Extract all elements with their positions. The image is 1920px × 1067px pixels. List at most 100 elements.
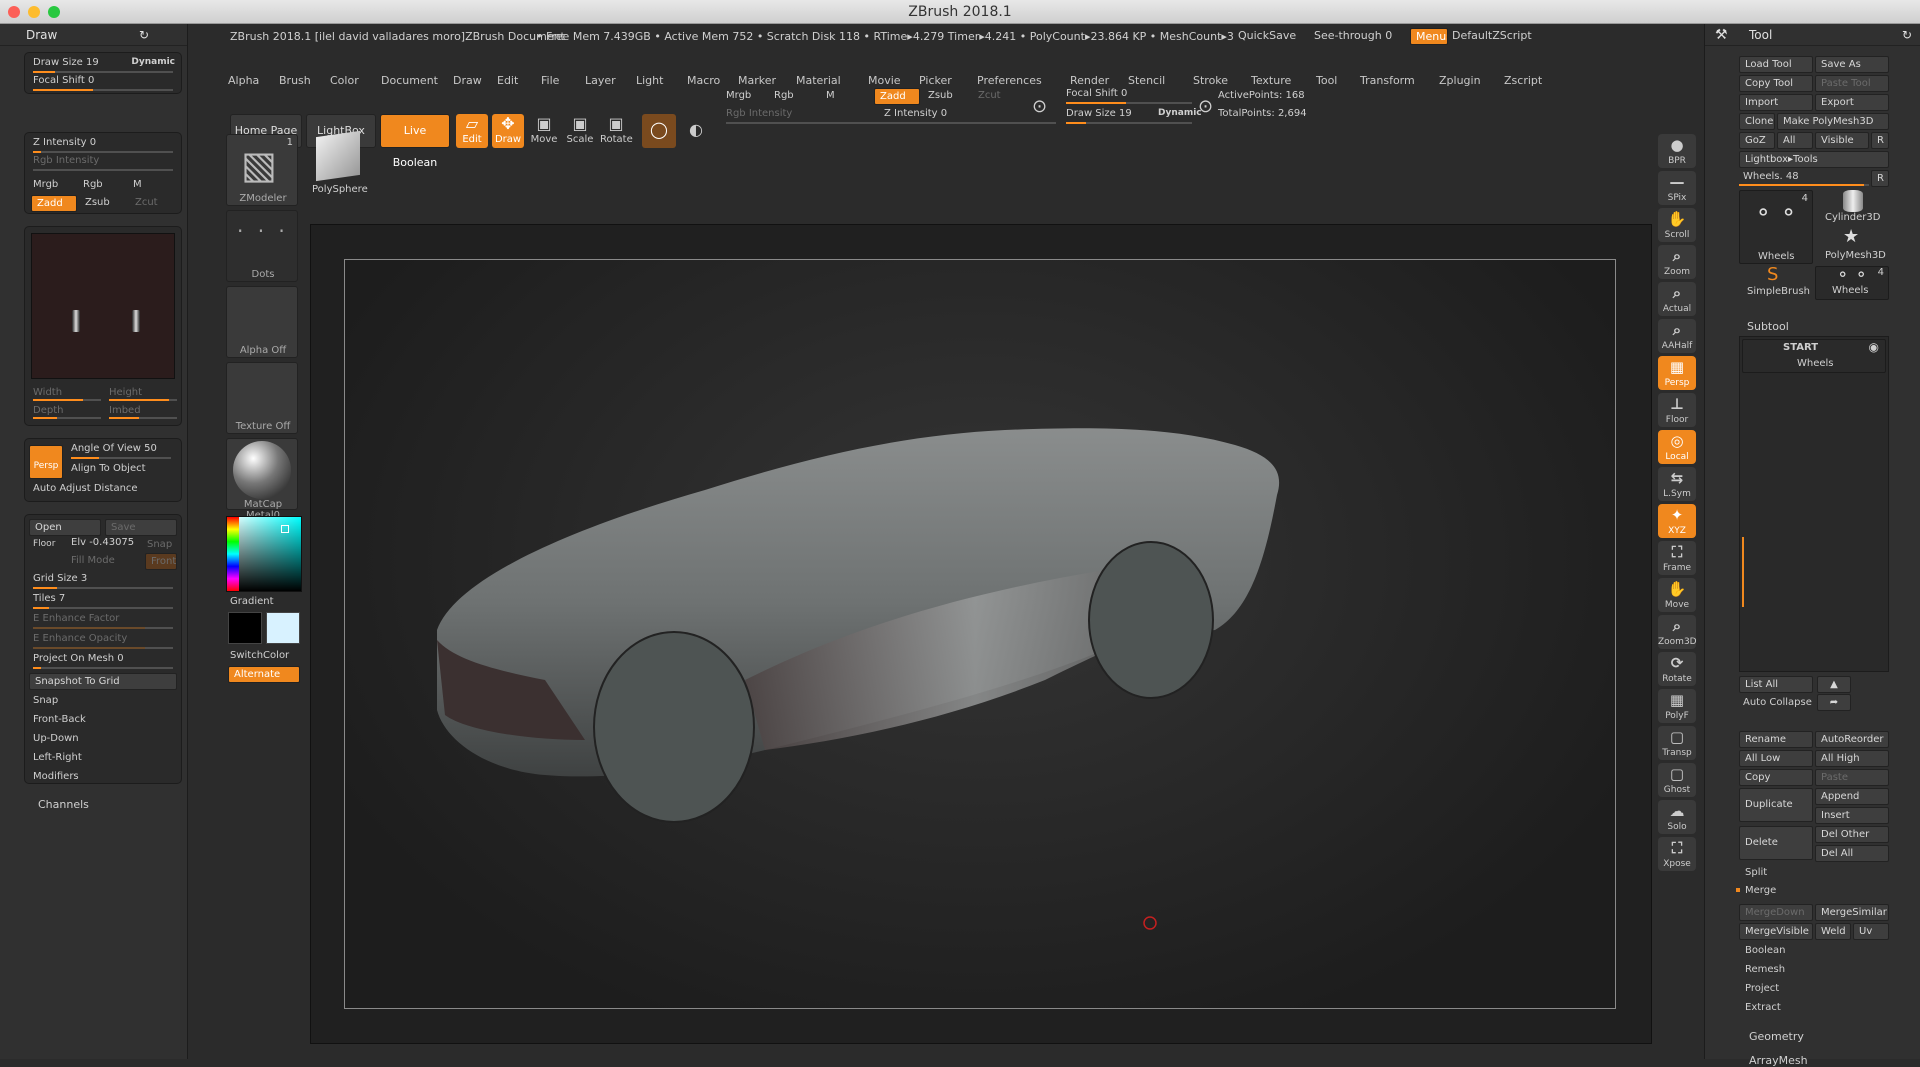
menu-movie[interactable]: Movie (868, 74, 901, 87)
rgb-button[interactable]: Rgb (83, 179, 103, 190)
top-m-button[interactable]: M (826, 90, 835, 101)
tool-thumb-simplebrush[interactable]: S SimpleBrush (1739, 264, 1813, 300)
wheels-r-button[interactable]: R (1871, 170, 1889, 187)
material-swatch-button[interactable]: ◯ (642, 114, 676, 148)
split-menu[interactable]: Split (1745, 867, 1767, 878)
minimize-window-icon[interactable] (28, 6, 40, 18)
color-picker[interactable] (226, 516, 302, 592)
menu-texture[interactable]: Texture (1251, 74, 1291, 87)
rename-button[interactable]: Rename (1739, 731, 1813, 748)
move-up-icon[interactable]: ▲ (1817, 676, 1851, 693)
uv-button[interactable]: Uv (1853, 923, 1889, 940)
mergedown-button[interactable]: MergeDown (1739, 904, 1813, 921)
menu-transform[interactable]: Transform (1360, 74, 1415, 87)
export-button[interactable]: Export (1815, 94, 1889, 111)
zoom-window-icon[interactable] (48, 6, 60, 18)
wheels-tool-slider[interactable] (1739, 184, 1869, 186)
subtool-scrollbar[interactable] (1742, 537, 1744, 607)
front-button[interactable]: Front (145, 553, 177, 570)
remesh-menu[interactable]: Remesh (1745, 964, 1785, 975)
imbed-slider[interactable] (109, 417, 177, 419)
menu-material[interactable]: Material (796, 74, 841, 87)
import-button[interactable]: Import (1739, 94, 1813, 111)
up-down-item[interactable]: Up-Down (33, 733, 79, 744)
top-rgb-intensity-slider[interactable] (726, 122, 1056, 124)
secondary-color-swatch[interactable] (266, 612, 300, 644)
default-zscript-label[interactable]: DefaultZScript (1452, 29, 1532, 42)
focal-shift-slider[interactable] (33, 89, 173, 91)
menu-light[interactable]: Light (636, 74, 663, 87)
extract-menu[interactable]: Extract (1745, 1002, 1781, 1013)
draw-button[interactable]: ✥ Draw (492, 114, 524, 148)
save-as-button[interactable]: Save As (1815, 56, 1889, 73)
project-menu[interactable]: Project (1745, 983, 1779, 994)
shelf-floor-button[interactable]: ⊥ Floor (1658, 393, 1696, 427)
m-button[interactable]: M (133, 179, 142, 190)
mrgb-button[interactable]: Mrgb (33, 179, 58, 190)
shelf-local-button[interactable]: ◎ Local (1658, 430, 1696, 464)
shelf-frame-button[interactable]: ⛶ Frame (1658, 541, 1696, 575)
shelf-transp-button[interactable]: ▢ Transp (1658, 726, 1696, 760)
width-slider[interactable] (33, 399, 101, 401)
menu-zplugin[interactable]: Zplugin (1439, 74, 1481, 87)
persp-button[interactable]: Persp (29, 445, 63, 479)
refresh-icon[interactable]: ↻ (139, 24, 149, 46)
rotate-button[interactable]: ▣ Rotate (600, 114, 633, 148)
menu-file[interactable]: File (541, 74, 559, 87)
del-other-button[interactable]: Del Other (1815, 826, 1889, 843)
zcut-button[interactable]: Zcut (135, 197, 158, 208)
floor-button[interactable]: Floor (33, 539, 55, 549)
menu-tool[interactable]: Tool (1316, 74, 1337, 87)
top-draw-size-slider[interactable] (1066, 122, 1192, 124)
menu-stencil[interactable]: Stencil (1128, 74, 1165, 87)
dynamic-toggle[interactable]: Dynamic (131, 57, 175, 67)
hue-bar[interactable] (227, 517, 239, 591)
modifiers-item[interactable]: Modifiers (33, 771, 79, 782)
live-boolean-button[interactable]: Live Boolean (380, 114, 450, 169)
menu-stroke[interactable]: Stroke (1193, 74, 1228, 87)
top-mrgb-button[interactable]: Mrgb (726, 90, 751, 101)
goz-visible-button[interactable]: Visible (1815, 132, 1869, 149)
shelf-aahalf-button[interactable]: ⌕ AAHalf (1658, 319, 1696, 353)
goz-r-button[interactable]: R (1871, 132, 1889, 149)
weld-button[interactable]: Weld (1815, 923, 1851, 940)
menu-layer[interactable]: Layer (585, 74, 616, 87)
paste-tool-button[interactable]: Paste Tool (1815, 75, 1889, 92)
merge-menu[interactable]: Merge (1745, 885, 1776, 896)
scale-button[interactable]: ▣ Scale (564, 114, 596, 148)
alternate-button[interactable]: Alternate (228, 666, 300, 683)
edit-button[interactable]: ▱ Edit (456, 114, 488, 148)
eye-icon[interactable]: ◉ (1869, 340, 1879, 354)
open-button[interactable]: Open (29, 519, 101, 536)
subtool-header[interactable]: Subtool (1747, 320, 1789, 333)
snapshot-to-grid-button[interactable]: Snapshot To Grid (29, 673, 177, 690)
see-through-slider[interactable]: See-through 0 (1314, 29, 1392, 42)
shelf-scroll-button[interactable]: ✋ Scroll (1658, 208, 1696, 242)
tool-thumb-polymesh3d[interactable]: ★ PolyMesh3D (1815, 226, 1889, 264)
tool-thumb-wheels[interactable]: ⚬ ⚬ 4 Wheels (1739, 190, 1813, 264)
top-zsub-button[interactable]: Zsub (928, 90, 953, 101)
switchcolor-button[interactable]: SwitchColor (230, 650, 289, 661)
lightbox-tools-button[interactable]: Lightbox▸Tools (1739, 151, 1889, 168)
depth-slider[interactable] (33, 417, 101, 419)
snap-toggle[interactable]: Snap (147, 539, 172, 550)
zmodeler-brush-slot[interactable]: ▧ 1 ZModeler (226, 134, 298, 206)
shelf-bpr-button[interactable]: ● BPR (1658, 134, 1696, 168)
polysphere-tool-slot[interactable]: PolySphere (310, 130, 368, 195)
tool-thumb-cylinder3d[interactable]: Cylinder3D (1815, 190, 1889, 226)
goz-button[interactable]: GoZ (1739, 132, 1775, 149)
shelf-ghost-button[interactable]: ▢ Ghost (1658, 763, 1696, 797)
shelf-move-button[interactable]: ✋ Move (1658, 578, 1696, 612)
shelf-spix-button[interactable]: — SPix (1658, 171, 1696, 205)
arraymesh-menu[interactable]: ArrayMesh (1749, 1054, 1808, 1067)
load-tool-button[interactable]: Load Tool (1739, 56, 1813, 73)
menu-macro[interactable]: Macro (687, 74, 720, 87)
main-color-swatch[interactable] (228, 612, 262, 644)
menu-preferences[interactable]: Preferences (977, 74, 1042, 87)
shelf-rotate-button[interactable]: ⟳ Rotate (1658, 652, 1696, 686)
goz-all-button[interactable]: All (1777, 132, 1813, 149)
autoreorder-button[interactable]: AutoReorder (1815, 731, 1889, 748)
front-back-item[interactable]: Front-Back (33, 714, 86, 725)
rgb-intensity-slider[interactable] (33, 169, 173, 171)
menu-render[interactable]: Render (1070, 74, 1109, 87)
